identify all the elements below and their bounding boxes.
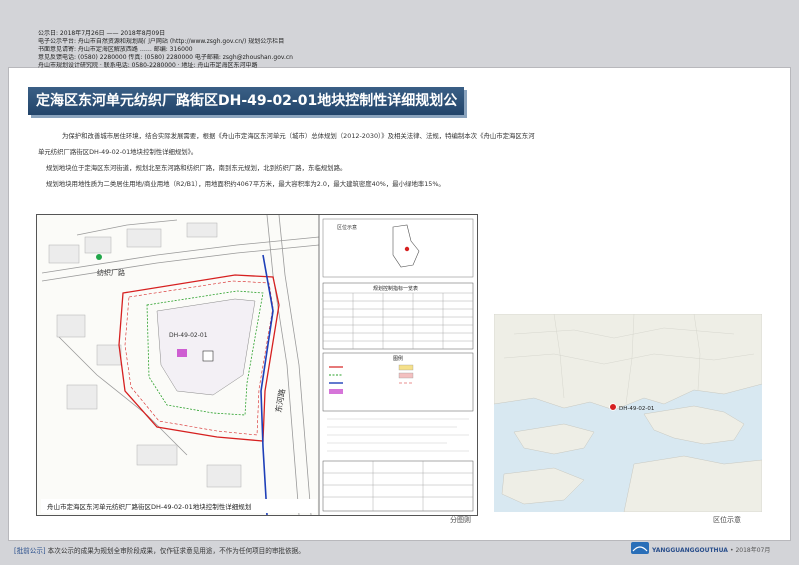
site-marker-icon	[177, 349, 187, 357]
inset-marker-icon	[404, 246, 410, 252]
footer-note-text: 本次公示的成果为规划全审阶段成果，仅作征求意见用途，不作为任何项目的审批依据。	[47, 547, 305, 555]
location-map: DH-49-02-01	[493, 313, 763, 513]
description: 为保护和改善城市居住环境，结合实际发展需要，根据《舟山市定海区东河单元（城市）总…	[38, 128, 738, 192]
inset-label: 区位示意	[337, 224, 357, 231]
description-line: 规划地块用地性质为二类居住用地/商业用地（R2/B1），用地面积约4067平方米…	[46, 180, 445, 188]
location-marker-label: DH-49-02-01	[619, 406, 654, 412]
meta-line: 意见反馈电话: (0580) 2280000 传真: (0580) 228000…	[38, 54, 293, 61]
description-line: 规划地块位于定海区东河街道，规划北至东河路和纺织厂路，南到东元规划，北到纺织厂路…	[46, 164, 347, 172]
north-marker-icon	[96, 254, 102, 260]
description-line: 单元纺织厂路街区DH-49-02-01地块控制性详细规划》。	[38, 148, 198, 156]
notes-lines	[327, 418, 469, 452]
table-title: 规划控制指标一览表	[373, 285, 418, 292]
footer-brand: YANGGUANGGOUTHUA • 2018年07月	[652, 545, 770, 554]
location-marker-icon	[609, 403, 617, 411]
brand-name: YANGGUANGGOUTHUA	[652, 547, 728, 554]
meta-line: 书面意见请寄: 舟山市定海区解放西路 …… 邮编: 316000	[38, 46, 193, 53]
description-line: 为保护和改善城市居住环境，结合实际发展需要，根据《舟山市定海区东河单元（城市）总…	[62, 132, 535, 140]
notice-meta: 公示日: 2018年7月26日 —— 2018年8月09日 电子公示平台: 舟山…	[38, 30, 638, 70]
site-code-label: DH-49-02-01	[169, 332, 208, 339]
page-title: 定海区东河单元纺织厂路街区DH-49-02-01地块控制性详细规划公示	[28, 87, 464, 137]
plan-drawing: 纺织厂路 东河路 DH-49-02-01 区位示意 规划控制指标一览表 图例 舟…	[36, 214, 478, 516]
site-id-box	[202, 350, 214, 362]
legend-title: 图例	[393, 355, 403, 362]
meta-line: 公示日: 2018年7月26日 —— 2018年8月09日	[38, 30, 166, 37]
footer-note-tag: [批前公示]	[14, 547, 46, 555]
plan-caption: 舟山市定海区东河单元纺织厂路街区DH-49-02-01地块控制性详细规划	[47, 502, 251, 511]
location-map-label: 区位示意	[713, 516, 741, 524]
brand-logo-icon	[631, 542, 649, 554]
road-label-1: 纺织厂路	[97, 268, 125, 277]
island-3	[623, 455, 763, 513]
signature-table	[322, 460, 474, 512]
plan-label: 分图则	[450, 516, 471, 524]
meta-line: 电子公示平台: 舟山市自然资源和规划局门户网站 (http://www.zsgh…	[38, 38, 285, 45]
plan-svg: 纺织厂路 东河路 DH-49-02-01 区位示意 规划控制指标一览表 图例 舟…	[37, 214, 474, 516]
meta-line: 舟山市规划设计研究院 · 联系电话: 0580-2280000 · 地址: 舟山…	[38, 62, 258, 69]
location-map-svg: DH-49-02-01	[493, 313, 763, 513]
footer-date: • 2018年07月	[730, 547, 771, 554]
footer-note: [批前公示] 本次公示的成果为规划全审阶段成果，仅作征求意见用途，不作为任何项目…	[14, 545, 305, 555]
